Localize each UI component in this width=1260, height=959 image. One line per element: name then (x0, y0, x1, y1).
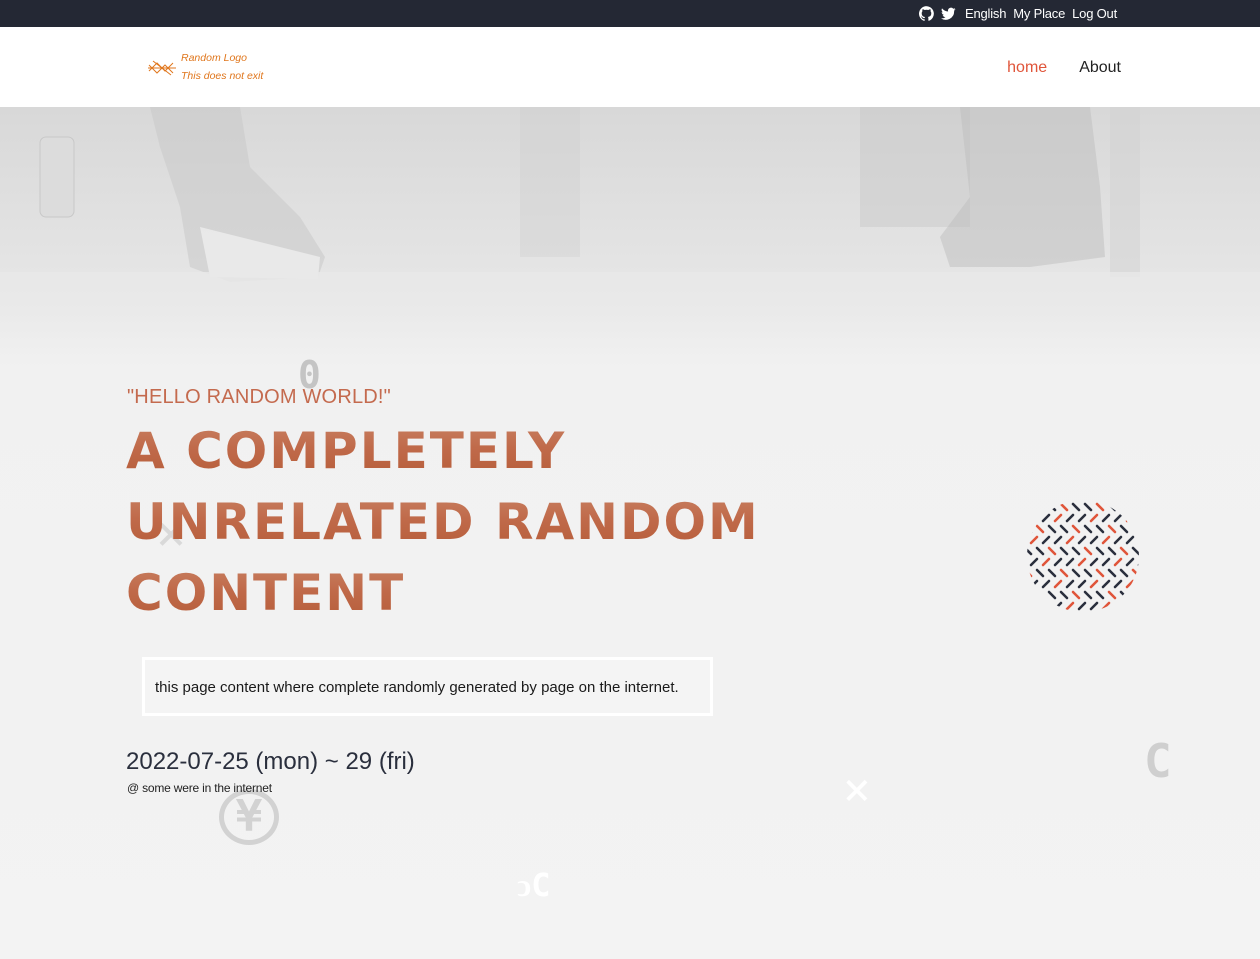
nav-item-about[interactable]: About (1079, 59, 1121, 77)
top-utility-bar: English My Place Log Out (0, 0, 1260, 27)
site-logo[interactable]: Random Logo This does not exit (147, 49, 263, 85)
github-icon[interactable] (919, 6, 934, 21)
twitter-icon[interactable] (941, 6, 956, 21)
top-links: English My Place Log Out (919, 6, 1117, 21)
logo-text: Random Logo This does not exit (181, 49, 263, 85)
my-place-link[interactable]: My Place (1013, 6, 1065, 21)
headline-line-2: UNRELATED RANDOM (126, 487, 766, 558)
logo-line-2: This does not exit (181, 70, 264, 82)
headline-line-1: A COMPLETELY (126, 416, 766, 487)
headline-line-3: CONTENT (126, 558, 766, 629)
logo-line-1: Random Logo (181, 52, 247, 64)
deco-yen-glyph: ¥ (219, 789, 279, 845)
log-out-link[interactable]: Log Out (1072, 6, 1117, 21)
hero-headline: A COMPLETELY UNRELATED RANDOM CONTENT (126, 416, 766, 629)
description-text: this page content where complete randoml… (155, 679, 679, 696)
description-box: this page content where complete randoml… (142, 657, 713, 716)
logo-mark-icon (148, 60, 176, 76)
main-nav: home About (1007, 59, 1121, 77)
site-header: Random Logo This does not exit home Abou… (0, 27, 1260, 107)
hero-background-photo (0, 107, 1260, 367)
deco-cross-glyph-right: × (843, 762, 871, 816)
language-link[interactable]: English (965, 6, 1006, 21)
deco-c-glyph: C (1144, 734, 1172, 788)
deco-cc-glyph: ↄC (517, 866, 551, 904)
nav-item-home[interactable]: home (1007, 59, 1047, 77)
hero-quote: "HELLO RANDOM WORLD!" (127, 386, 391, 408)
event-date: 2022-07-25 (mon) ~ 29 (fri) (126, 748, 415, 775)
decorative-pattern-circle (1027, 502, 1139, 611)
event-place: @ some were in the internet (127, 781, 272, 795)
